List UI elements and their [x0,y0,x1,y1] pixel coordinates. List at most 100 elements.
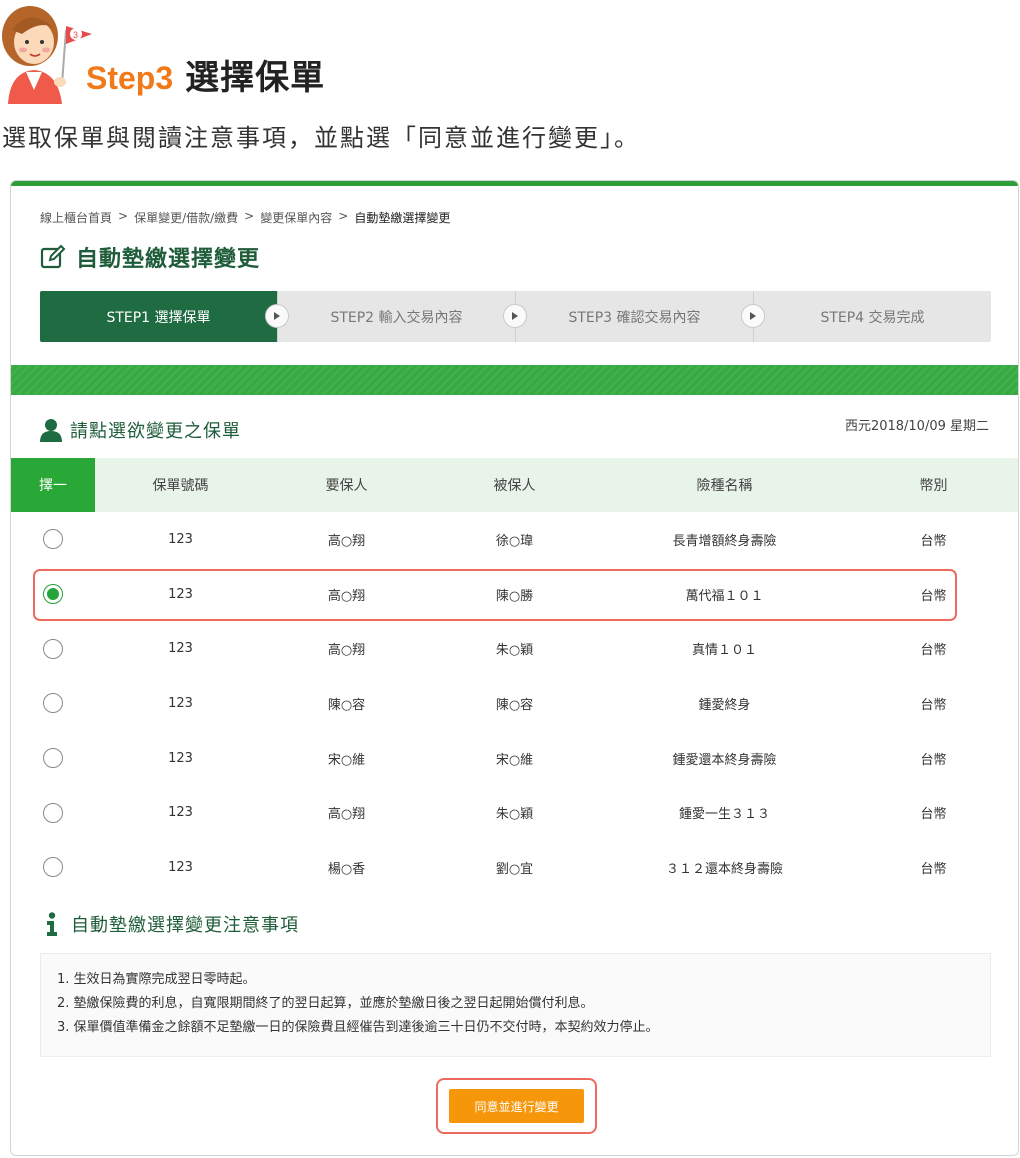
table-row[interactable]: 123 陳○容 陳○容 鍾愛終身 台幣 [11,676,1018,731]
chevron-right-icon [265,304,289,328]
table-header: 擇一 保單號碼 要保人 被保人 險種名稱 幣別 [11,458,1018,512]
insured-cell: 劉○宜 [495,861,534,877]
step-2-label: STEP2 輸入交易內容 [330,309,463,326]
applicant-cell: 楊○香 [327,861,366,877]
section-header: 請點選欲變更之保單 [40,417,241,443]
mascot-illustration: 3 [2,6,92,104]
step-1-label: STEP1 選擇保單 [106,309,211,326]
breadcrumb-separator: > [118,209,129,223]
agree-button-callout: 同意並進行變更 [436,1078,597,1134]
policy-no-cell: 123 [168,586,193,602]
plan-cell: 鍾愛終身 [698,697,751,713]
header-currency: 幣別 [919,478,948,494]
applicant-cell: 高○翔 [327,643,366,659]
step-4: STEP4 交易完成 [754,291,991,342]
currency-cell: 台幣 [920,533,947,549]
note-item: 2. 墊繳保險費的利息，自寬限期間終了的翌日起算，並應於墊繳日後之翌日起開始償付… [57,996,594,1011]
plan-cell: 鍾愛還本終身壽險 [672,752,777,768]
edit-icon [40,244,66,269]
currency-cell: 台幣 [920,588,947,604]
table-row[interactable]: 123 宋○維 宋○維 鍾愛還本終身壽險 台幣 [11,731,1018,786]
policy-radio-checked[interactable] [43,584,63,605]
plan-cell: 萬代福１０１ [685,588,764,604]
policy-radio[interactable] [43,638,63,659]
notes-header: 自動墊繳選擇變更注意事項 [45,911,299,937]
breadcrumb-current: 自動墊繳選擇變更 [354,211,451,225]
breadcrumb: 線上櫃台首頁 > 保單變更/借款/繳費 > 變更保單內容 > 自動墊繳選擇變更 [40,209,450,226]
policy-radio[interactable] [43,693,63,714]
insured-cell: 宋○維 [495,752,534,768]
insured-cell: 陳○勝 [495,588,534,604]
currency-cell: 台幣 [920,697,947,713]
applicant-cell: 陳○容 [327,697,366,713]
chevron-right-icon [741,304,765,328]
step-1: STEP1 選擇保單 [40,291,289,342]
currency-cell: 台幣 [920,643,947,659]
step-4-label: STEP4 交易完成 [820,309,925,326]
header-applicant: 要保人 [325,478,368,494]
table-row[interactable]: 123 高○翔 徐○瑋 長青增額終身壽險 台幣 [11,512,1018,567]
policy-no-cell: 123 [168,859,193,875]
insured-cell: 朱○穎 [495,643,534,659]
policy-no-cell: 123 [168,695,193,711]
note-item: 1. 生效日為實際完成翌日零時起。 [57,972,256,987]
plan-cell: 真情１０１ [691,643,757,659]
agree-and-change-button[interactable]: 同意並進行變更 [449,1089,584,1123]
applicant-cell: 高○翔 [327,588,366,604]
header-policy-no: 保單號碼 [152,478,209,494]
policy-no-cell: 123 [168,531,193,547]
flag-badge: 3 [73,30,78,40]
step-3-label: STEP3 確認交易內容 [568,309,701,326]
step-2: STEP2 輸入交易內容 [278,291,527,342]
policy-radio[interactable] [43,748,63,769]
step-heading: Step3 選擇保單 [86,50,325,98]
breadcrumb-link-home[interactable]: 線上櫃台首頁 [40,209,112,226]
step-number: Step3 [86,60,174,96]
insured-cell: 朱○穎 [495,807,534,823]
header-select: 擇一 [11,458,95,512]
table-row[interactable]: 123 楊○香 劉○宜 ３１２還本終身壽險 台幣 [11,840,1018,895]
instruction-text: 選取保單與閱讀注意事項，並點選「同意並進行變更」。 [2,124,640,152]
table-row-selected[interactable]: 123 高○翔 陳○勝 萬代福１０１ 台幣 [11,567,1018,622]
policy-radio[interactable] [43,857,63,878]
breadcrumb-link-change-content[interactable]: 變更保單內容 [260,209,332,226]
chevron-right-icon [503,304,527,328]
currency-cell: 台幣 [920,861,947,877]
plan-cell: ３１２還本終身壽險 [665,861,783,877]
insured-cell: 徐○瑋 [495,533,534,549]
main-panel: 線上櫃台首頁 > 保單變更/借款/繳費 > 變更保單內容 > 自動墊繳選擇變更 … [10,180,1019,1156]
policy-radio[interactable] [43,802,63,823]
current-date: 西元2018/10/09 星期二 [844,419,989,434]
section-title: 請點選欲變更之保單 [70,421,241,442]
breadcrumb-separator: > [244,209,255,223]
step-title: 選擇保單 [185,58,326,98]
insured-cell: 陳○容 [495,697,534,713]
policy-no-cell: 123 [168,750,193,766]
header-plan: 險種名稱 [696,478,753,494]
policy-no-cell: 123 [168,641,193,657]
breadcrumb-link-policy-change[interactable]: 保單變更/借款/繳費 [134,209,238,226]
applicant-cell: 高○翔 [327,533,366,549]
page-title-text: 自動墊繳選擇變更 [76,247,261,272]
currency-cell: 台幣 [920,752,947,768]
policy-table: 擇一 保單號碼 要保人 被保人 險種名稱 幣別 123 高○翔 徐○瑋 長青增額… [11,458,1018,895]
panel-top-bar [11,181,1018,186]
applicant-cell: 宋○維 [327,752,366,768]
progress-stepper: STEP1 選擇保單 STEP2 輸入交易內容 STEP3 確認交易內容 STE… [40,291,991,342]
policy-no-cell: 123 [168,805,193,821]
decorative-band [11,365,1018,395]
notes-title: 自動墊繳選擇變更注意事項 [71,915,299,936]
info-icon [47,912,57,936]
notes-box: 1. 生效日為實際完成翌日零時起。 2. 墊繳保險費的利息，自寬限期間終了的翌日… [40,953,991,1057]
breadcrumb-separator: > [338,209,349,223]
table-row[interactable]: 123 高○翔 朱○穎 鍾愛一生３１３ 台幣 [11,785,1018,840]
step-3: STEP3 確認交易內容 [516,291,765,342]
page-title: 自動墊繳選擇變更 [40,241,260,273]
header-insured: 被保人 [493,478,536,494]
applicant-cell: 高○翔 [327,807,366,823]
currency-cell: 台幣 [920,807,947,823]
policy-radio[interactable] [43,529,63,550]
person-icon [40,419,62,442]
note-item: 3. 保單價值準備金之餘額不足墊繳一日的保險費且經催告到達後逾三十日仍不交付時，… [57,1020,659,1035]
table-row[interactable]: 123 高○翔 朱○穎 真情１０１ 台幣 [11,621,1018,676]
